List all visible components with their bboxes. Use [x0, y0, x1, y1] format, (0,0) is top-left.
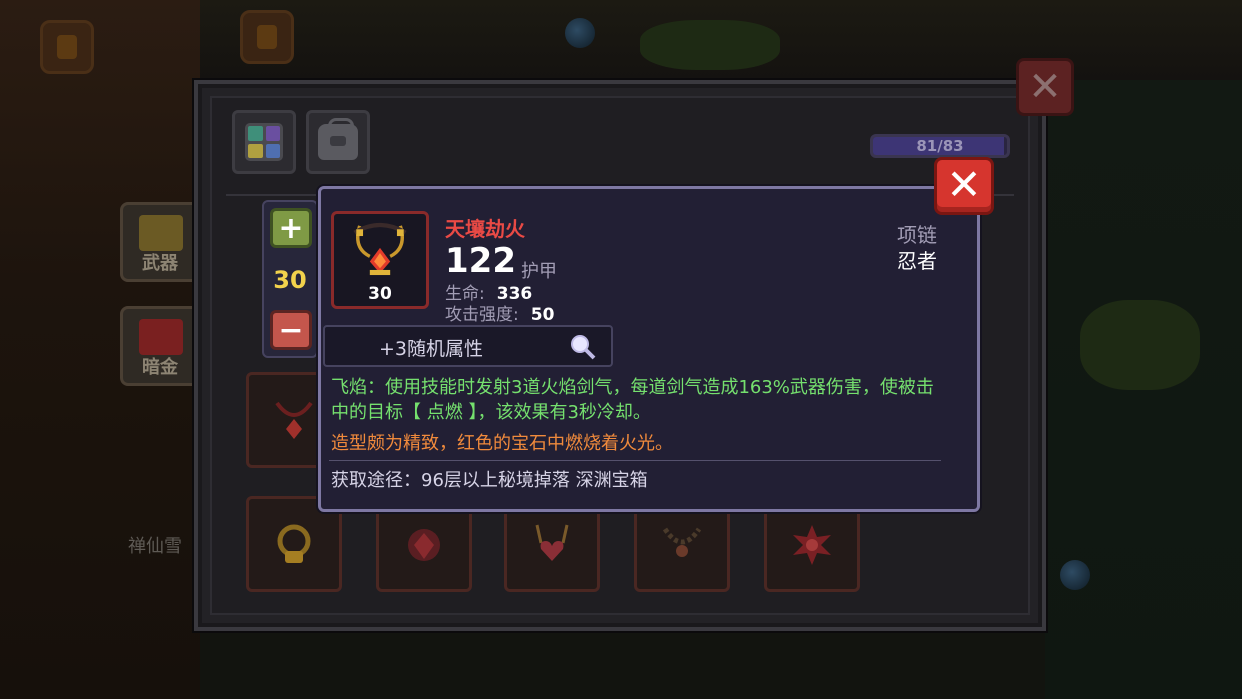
plus-icon: +: [278, 210, 304, 246]
weapon-button[interactable]: 武器: [120, 202, 200, 282]
bush-icon: [640, 20, 780, 70]
stat-attack: 攻击强度: 50: [445, 300, 554, 325]
item-armor-value: 122: [445, 241, 516, 281]
heart-necklace-icon: [535, 524, 569, 561]
capacity-text: 81/83: [916, 137, 964, 155]
random-attribute-button[interactable]: +3随机属性: [323, 325, 613, 367]
tab-bag[interactable]: [306, 110, 370, 174]
item-type: 项链: [897, 223, 937, 247]
orb-icon: [1060, 560, 1090, 590]
item-effect: 飞焰：使用技能时发射3道火焰剑气，每道剑气造成163%武器伤害，使被击中的目标【…: [331, 377, 934, 423]
close-inventory-button[interactable]: ✕: [1016, 58, 1074, 116]
weapon-icon: [139, 215, 183, 251]
item-name: 天壤劫火: [445, 217, 525, 241]
dark-gold-button[interactable]: 暗金: [120, 306, 200, 386]
fire-necklace-icon: [353, 222, 407, 276]
grid-icon: [245, 123, 283, 161]
level-stepper: + 30 −: [262, 200, 318, 358]
dark-gold-icon: [139, 319, 183, 355]
stat-value: 50: [530, 305, 555, 325]
orb-icon: [565, 18, 595, 48]
item-tooltip: 30 天壤劫火 122 护甲 生命: 336 攻击强度: 50 项链 忍者 +3随机…: [318, 186, 980, 512]
dark-gold-label: 暗金: [142, 357, 178, 378]
item-source: 获取途径：96层以上秘境掉落 深渊宝箱: [331, 470, 648, 491]
background-floor: [200, 630, 1045, 699]
red-necklace-icon: [275, 401, 313, 439]
random-attribute-label: +3随机属性: [379, 338, 484, 360]
lantern-icon: [240, 10, 294, 64]
divider: [329, 460, 941, 461]
stepper-value: 30: [273, 266, 307, 294]
bead-necklace-icon: [662, 527, 702, 557]
npc-name: 禅仙雪: [128, 536, 182, 557]
magnifier-icon: [571, 335, 596, 360]
decrease-button[interactable]: −: [270, 310, 312, 350]
close-icon: ✕: [946, 160, 982, 209]
spiked-gem-icon: [793, 525, 831, 565]
ruby-pendant-icon: [408, 529, 440, 561]
item-icon-frame: 30: [331, 211, 429, 309]
gold-necklace-icon: [277, 524, 311, 563]
weapon-label: 武器: [142, 253, 178, 274]
lantern-icon: [40, 20, 94, 74]
item-class: 忍者: [897, 249, 937, 273]
bush-icon: [1080, 300, 1200, 390]
stat-label: 攻击强度:: [445, 305, 519, 325]
bag-icon: [318, 118, 358, 160]
tab-all-items[interactable]: [232, 110, 296, 174]
item-level: 30: [368, 284, 392, 304]
item-flavor-text: 造型颇为精致，红色的宝石中燃烧着火光。: [331, 433, 673, 454]
close-icon: ✕: [1028, 64, 1062, 110]
capacity-bar: 81/83: [870, 134, 1010, 158]
increase-button[interactable]: +: [270, 208, 312, 248]
close-tooltip-button[interactable]: ✕: [934, 157, 994, 215]
minus-icon: −: [278, 312, 304, 348]
